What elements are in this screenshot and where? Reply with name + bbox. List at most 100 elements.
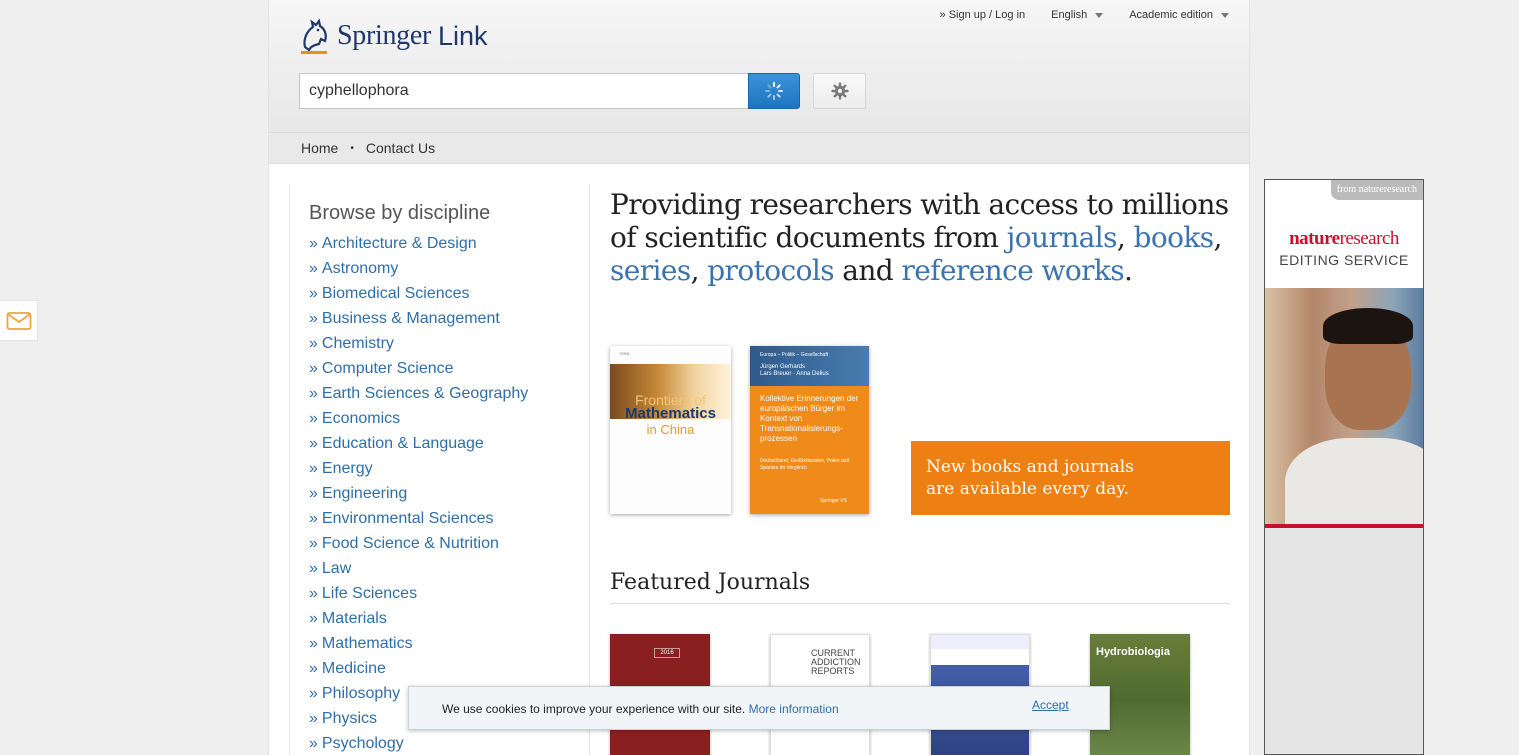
- chevron-down-icon: [1095, 12, 1104, 18]
- discipline-link[interactable]: » Mathematics: [309, 631, 589, 656]
- discipline-link[interactable]: » Computer Science: [309, 356, 589, 381]
- books-link[interactable]: books: [1134, 221, 1215, 254]
- discipline-link[interactable]: » Food Science & Nutrition: [309, 531, 589, 556]
- hero-text: Providing researchers with access to mil…: [610, 188, 1230, 287]
- edition-selector[interactable]: Academic edition: [1129, 9, 1229, 21]
- discipline-link[interactable]: » Materials: [309, 606, 589, 631]
- reference-works-link[interactable]: reference works: [901, 254, 1124, 287]
- discipline-label: Physics: [321, 710, 378, 727]
- raquo-marker: »: [309, 485, 318, 502]
- raquo-marker: »: [309, 660, 318, 677]
- main-nav: Home • Contact Us: [269, 132, 1249, 164]
- loading-spinner-icon: [765, 82, 783, 100]
- discipline-label: Philosophy: [321, 685, 401, 702]
- search-bar: [299, 73, 800, 109]
- raquo-marker: »: [309, 710, 318, 727]
- cover-authors: Jürgen Gerhards Lars Breuer · Anna Deliu…: [760, 364, 829, 377]
- chevron-down-icon: [1221, 12, 1229, 18]
- discipline-link[interactable]: » Earth Sciences & Geography: [309, 381, 589, 406]
- discipline-list: » Architecture & Design» Astronomy» Biomedi…: [309, 231, 589, 755]
- discipline-label: Earth Sciences & Geography: [321, 385, 529, 402]
- editing-service-label: EDITING SERVICE: [1279, 252, 1409, 268]
- nature-research-ad[interactable]: from natureresearch natureresearch EDITI…: [1264, 179, 1424, 755]
- hero-comma: ,: [690, 254, 708, 287]
- cookie-text: We use cookies to improve your experienc…: [442, 702, 746, 716]
- discipline-label: Psychology: [321, 735, 404, 752]
- nature-word: nature: [1289, 228, 1340, 249]
- discipline-link[interactable]: » Architecture & Design: [309, 231, 589, 256]
- discipline-link[interactable]: » Education & Language: [309, 431, 589, 456]
- discipline-label: Energy: [321, 460, 373, 477]
- cover-series: Europa – Politik – Gesellschaft: [760, 352, 829, 358]
- accept-cookies-button[interactable]: Accept: [1032, 698, 1069, 712]
- nav-contact-link[interactable]: Contact Us: [366, 140, 435, 156]
- raquo-marker: »: [309, 260, 318, 277]
- search-settings-button[interactable]: [813, 73, 866, 109]
- raquo-marker: »: [309, 310, 318, 327]
- discipline-link[interactable]: » Business & Management: [309, 306, 589, 331]
- hero-comma: ,: [1116, 221, 1134, 254]
- feedback-mail-button[interactable]: [0, 300, 38, 341]
- springer-horse-icon: [301, 18, 327, 54]
- cover-title: Kollektive Erinnerungen der europäischen…: [760, 394, 859, 443]
- promo-line: are available every day.: [926, 479, 1130, 499]
- discipline-sidebar: Browse by discipline » Architecture & Des…: [289, 184, 590, 755]
- discipline-link[interactable]: » Psychology: [309, 731, 589, 755]
- discipline-link[interactable]: » Engineering: [309, 481, 589, 506]
- more-information-link[interactable]: More information: [749, 702, 839, 716]
- discipline-label: Astronomy: [321, 260, 399, 277]
- main-column: Springer Link » Sign up / Log in English…: [268, 0, 1250, 755]
- discipline-link[interactable]: » Chemistry: [309, 331, 589, 356]
- raquo-marker: »: [309, 535, 318, 552]
- book-cover-kollektive-erinnerungen[interactable]: Europa – Politik – Gesellschaft Jürgen G…: [750, 346, 869, 514]
- journals-link[interactable]: journals: [1007, 221, 1118, 254]
- ad-photo: [1265, 288, 1423, 524]
- discipline-link[interactable]: » Law: [309, 556, 589, 581]
- ad-from-label: from natureresearch: [1330, 180, 1423, 200]
- hero-and: and: [833, 254, 902, 287]
- raquo-marker: »: [309, 360, 318, 377]
- raquo-marker: »: [309, 435, 318, 452]
- site-header: Springer Link » Sign up / Log in English…: [269, 0, 1249, 132]
- language-selector[interactable]: English: [1051, 9, 1104, 21]
- nature-research-logo: natureresearch: [1265, 228, 1423, 250]
- cookie-banner: We use cookies to improve your experienc…: [408, 686, 1110, 730]
- edition-label: Academic edition: [1129, 9, 1213, 21]
- discipline-link[interactable]: » Energy: [309, 456, 589, 481]
- discipline-link[interactable]: » Biomedical Sciences: [309, 281, 589, 306]
- discipline-label: Medicine: [321, 660, 386, 677]
- discipline-label: Computer Science: [321, 360, 454, 377]
- raquo-marker: »: [309, 385, 318, 402]
- raquo-marker: »: [309, 685, 318, 702]
- discipline-link[interactable]: » Economics: [309, 406, 589, 431]
- nav-separator: •: [350, 142, 354, 154]
- logo-link-text: Link: [438, 20, 488, 51]
- protocols-link[interactable]: protocols: [707, 254, 834, 287]
- discipline-link[interactable]: » Life Sciences: [309, 581, 589, 606]
- photo-hair: [1323, 308, 1413, 344]
- nav-home-link[interactable]: Home: [301, 140, 338, 156]
- cookie-message: We use cookies to improve your experienc…: [442, 702, 839, 716]
- series-link[interactable]: series: [610, 254, 691, 287]
- search-button[interactable]: [748, 73, 800, 109]
- discipline-link[interactable]: » Medicine: [309, 656, 589, 681]
- discipline-label: Engineering: [321, 485, 408, 502]
- language-label: English: [1051, 9, 1088, 21]
- hero-comma: ,: [1213, 221, 1222, 254]
- discipline-link[interactable]: » Environmental Sciences: [309, 506, 589, 531]
- springerlink-logo[interactable]: Springer Link: [299, 16, 488, 56]
- signup-login-link[interactable]: » Sign up / Log in: [940, 9, 1026, 21]
- cover-publisher: Springer VS: [820, 498, 847, 504]
- mail-icon: [6, 311, 31, 330]
- book-cover-frontiers-of-mathematics[interactable]: ISSN Frontiers of Mathematics in China: [610, 346, 731, 514]
- discipline-link[interactable]: » Astronomy: [309, 256, 589, 281]
- discipline-label: Business & Management: [321, 310, 500, 327]
- featured-journals-heading: Featured Journals: [610, 570, 1230, 604]
- discipline-label: Biomedical Sciences: [321, 285, 470, 302]
- cover-title-line: in China: [646, 422, 695, 437]
- new-books-promo[interactable]: New books and journals are available eve…: [911, 441, 1230, 515]
- discipline-label: Architecture & Design: [321, 235, 477, 252]
- search-input[interactable]: [299, 73, 749, 109]
- browse-by-discipline-heading: Browse by discipline: [309, 202, 491, 224]
- discipline-label: Mathematics: [321, 635, 413, 652]
